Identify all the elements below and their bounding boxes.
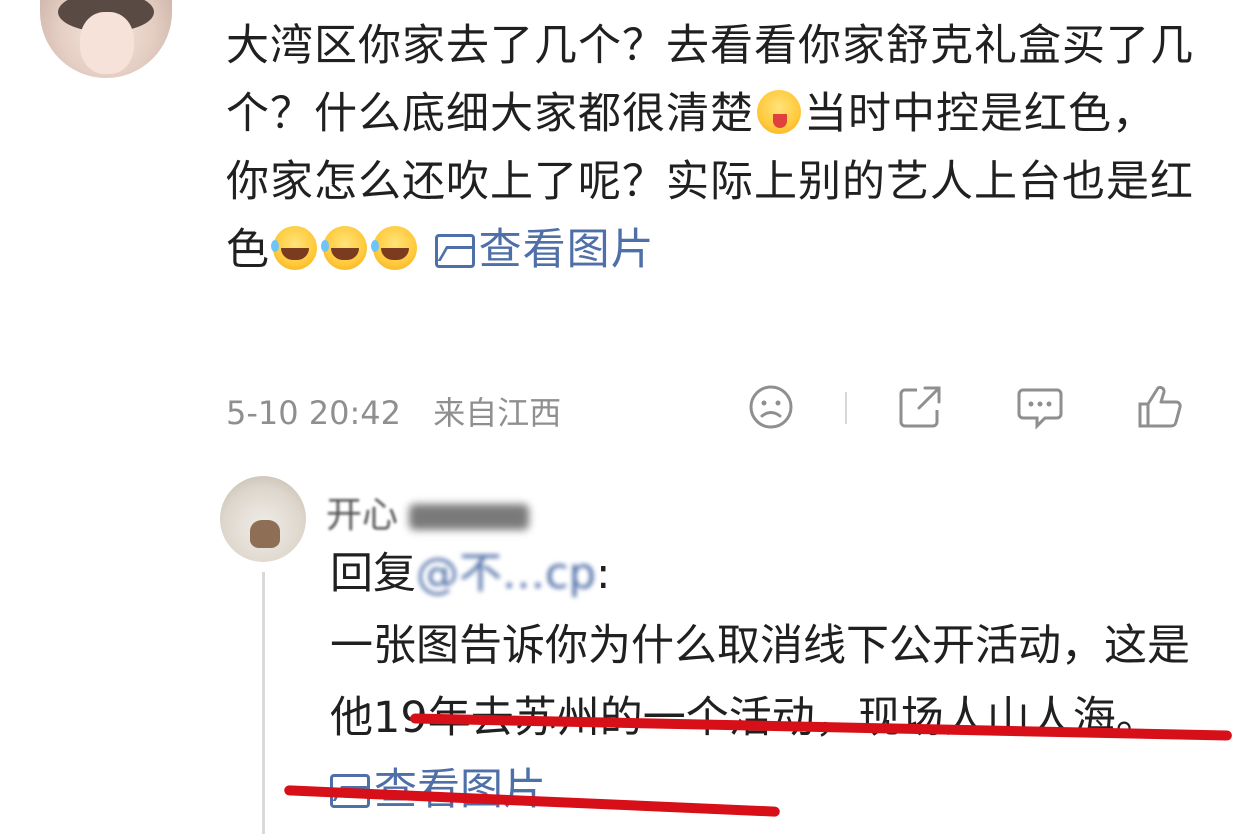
- comment-body: 大湾区你家去了几个？去看看你家舒克礼盒买了几个？什么底细大家都很清楚 当时中控是红…: [226, 12, 1196, 284]
- view-image-label: 查看图片: [478, 225, 655, 275]
- comment-icon: [1017, 388, 1063, 430]
- sad-face-button[interactable]: [746, 382, 796, 432]
- comment-button[interactable]: [1015, 382, 1065, 432]
- timestamp: 5-10 20:42: [226, 394, 402, 432]
- comment-meta: 5-10 20:42 来自江西: [226, 388, 583, 434]
- share-button[interactable]: [895, 382, 945, 432]
- reply-prefix: 回复: [330, 549, 416, 599]
- avatar-vase: [250, 520, 280, 548]
- reply-author-name: 开心: [326, 495, 399, 536]
- reply-body: 回复@不…cp: 一张图告诉你为什么取消线下公开活动，这是他19年去苏州的一个活动…: [330, 538, 1210, 826]
- thread-line: [262, 572, 265, 834]
- avatar[interactable]: [40, 0, 172, 78]
- tears-of-joy-emoji-icon: [321, 226, 367, 270]
- mention-link[interactable]: @不…cp: [416, 549, 596, 599]
- sad-face-icon: [749, 385, 793, 429]
- reply-avatar[interactable]: [220, 476, 306, 562]
- wink-tongue-emoji-icon: [757, 90, 801, 134]
- share-icon: [899, 386, 941, 428]
- redacted-blur: [409, 504, 530, 530]
- image-icon: [434, 234, 475, 268]
- reply-colon: :: [595, 549, 611, 599]
- reply-author[interactable]: 开心: [326, 486, 530, 538]
- location: 来自江西: [433, 394, 562, 432]
- like-button[interactable]: [1134, 382, 1184, 432]
- tears-of-joy-emoji-icon: [271, 226, 317, 270]
- view-image-link[interactable]: 查看图片: [434, 225, 655, 275]
- tears-of-joy-emoji-icon: [371, 226, 417, 270]
- like-icon: [1138, 385, 1182, 428]
- avatar-face: [80, 12, 134, 74]
- action-divider: [845, 392, 847, 424]
